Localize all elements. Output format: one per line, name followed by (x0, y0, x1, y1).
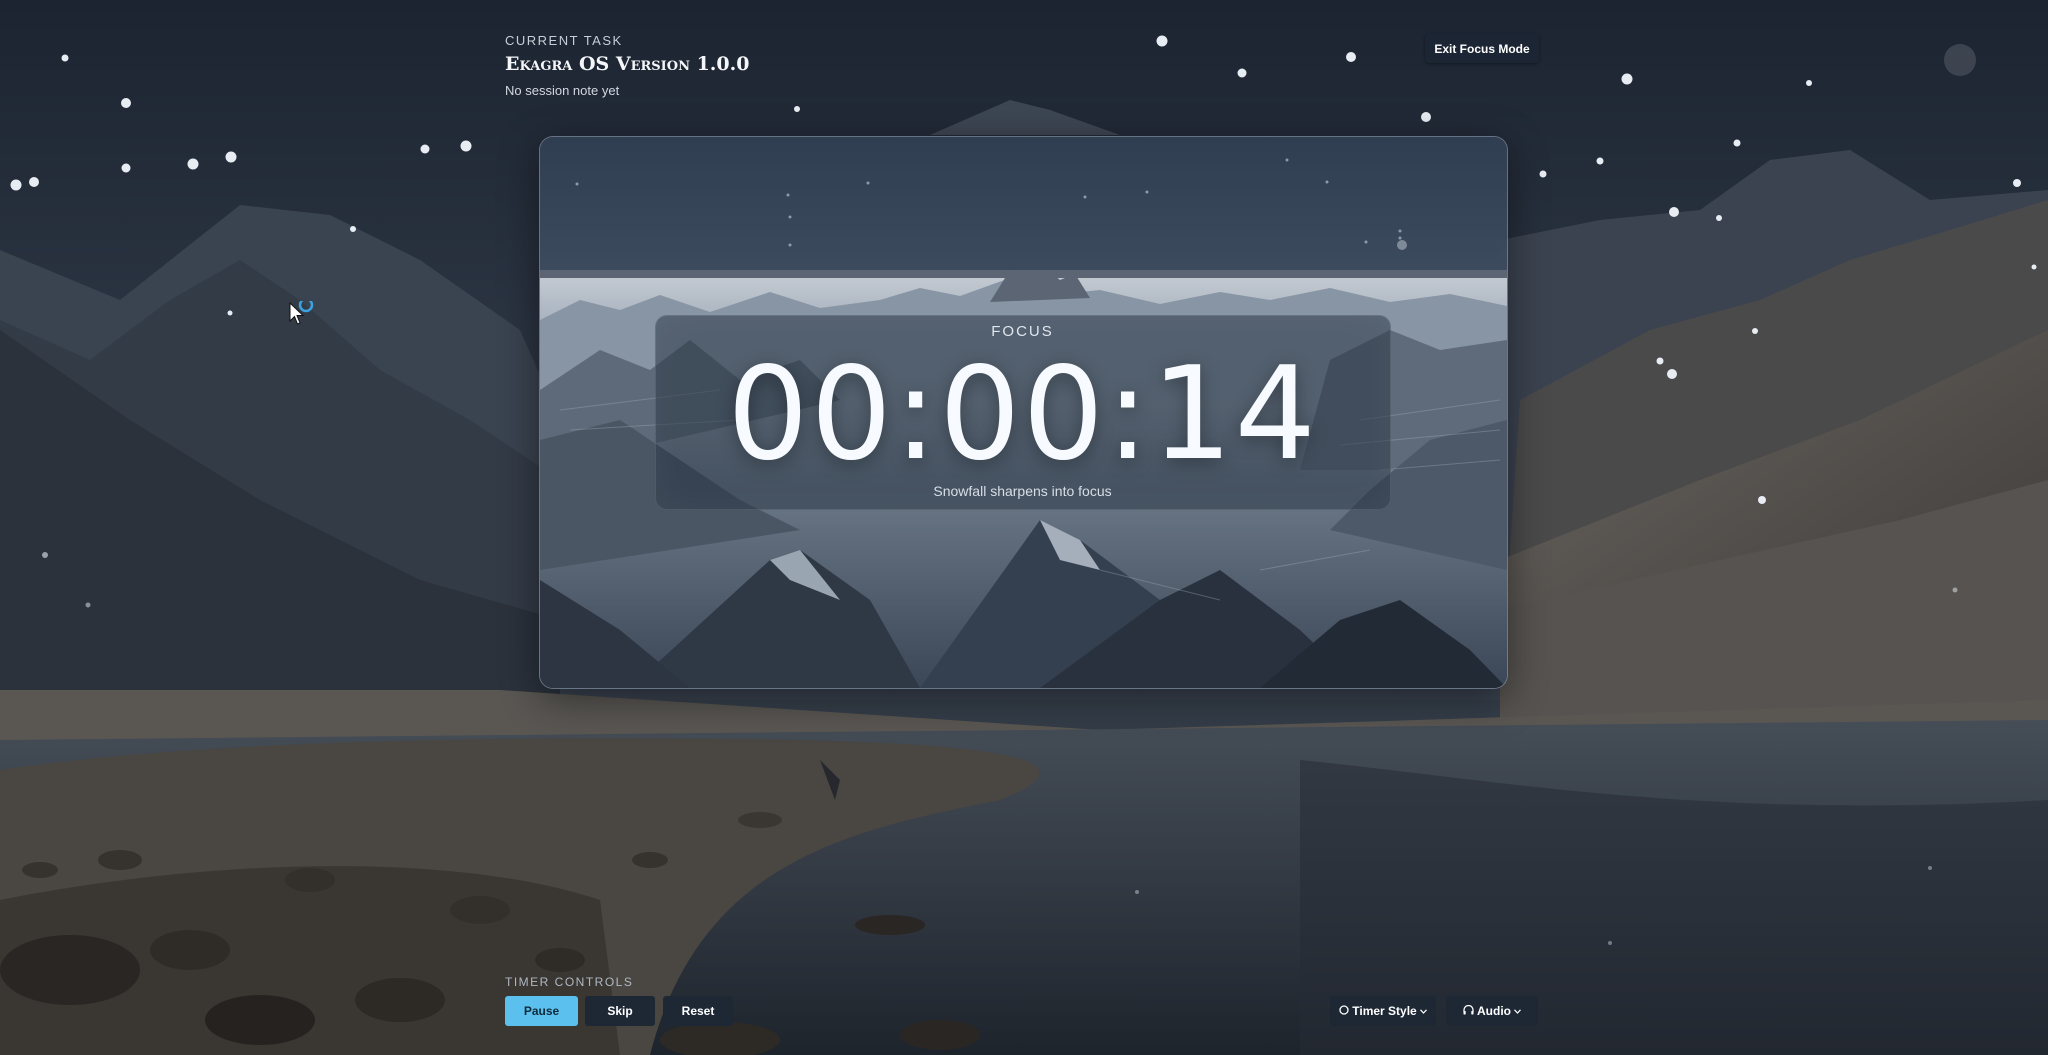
mouse-cursor-icon (289, 301, 314, 325)
timer-display: 00:00:14 (727, 340, 1318, 489)
chevron-down-icon (1419, 1007, 1427, 1016)
current-task-title: Ekagra OS Version 1.0.0 (505, 53, 750, 75)
chevron-down-icon (1514, 1007, 1521, 1016)
current-task-block: CURRENT TASK Ekagra OS Version 1.0.0 No … (505, 33, 749, 98)
audio-dropdown[interactable]: Audio (1446, 996, 1538, 1026)
session-note[interactable]: No session note yet (505, 83, 749, 98)
palette-icon (1339, 1004, 1349, 1018)
card-header-area (540, 137, 1507, 270)
current-task-label: CURRENT TASK (505, 33, 623, 48)
exit-focus-mode-button[interactable]: Exit Focus Mode (1425, 34, 1539, 63)
card-snow-dots (575, 158, 1407, 250)
focus-mode-screen: CURRENT TASK Ekagra OS Version 1.0.0 No … (0, 0, 2048, 1055)
timer-controls-label: TIMER CONTROLS (505, 975, 634, 989)
timer-style-label: Timer Style (1352, 1004, 1417, 1018)
headphones-icon (1463, 1004, 1474, 1018)
timer-subtitle: Snowfall sharpens into focus (933, 483, 1112, 499)
timer-style-dropdown[interactable]: Timer Style (1330, 996, 1436, 1026)
skip-button[interactable]: Skip (585, 996, 655, 1026)
pause-button[interactable]: Pause (505, 996, 578, 1026)
reset-button[interactable]: Reset (663, 996, 733, 1026)
audio-label: Audio (1477, 1004, 1511, 1018)
